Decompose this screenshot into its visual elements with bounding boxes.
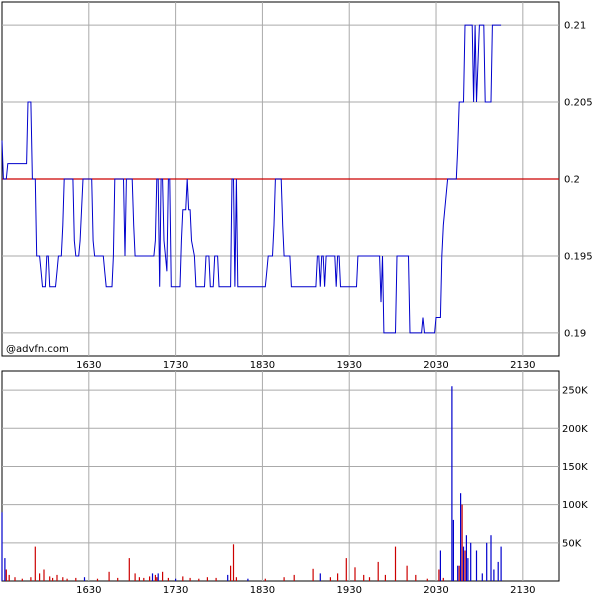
chart-container: 0.19 0.195 0.2 0.205 0.21 1630 1730 1830 1930 20…	[0, 0, 600, 600]
volume-y-tick-label: 250K	[562, 386, 588, 397]
volume-y-tick-label: 200K	[562, 424, 588, 435]
volume-x-tick-label: 2130	[510, 585, 535, 596]
volume-x-ticks: 1630 1730 1830 1930 2030 2130	[76, 585, 535, 596]
volume-y-tick-label: 50K	[562, 538, 582, 549]
volume-y-ticks: 50K 100K 150K 200K 250K	[562, 386, 588, 550]
volume-y-tick-label: 100K	[562, 500, 588, 511]
price-y-tick-label: 0.195	[564, 251, 593, 262]
price-x-tick-label: 1830	[250, 360, 275, 371]
chart-svg: 0.19 0.195 0.2 0.205 0.21 1630 1730 1830 1930 20…	[1, 1, 593, 596]
price-x-tick-label: 1630	[76, 360, 101, 371]
volume-panel-frame	[1, 370, 560, 582]
price-y-tick-label: 0.2	[564, 175, 580, 186]
volume-y-tick-label: 150K	[562, 462, 588, 473]
price-y-tick-label: 0.21	[564, 21, 586, 32]
watermark: @advfn.com	[6, 344, 69, 355]
price-y-tick-label: 0.205	[564, 98, 593, 109]
volume-x-tick-label: 1630	[76, 585, 101, 596]
volume-x-tick-label: 2030	[423, 585, 448, 596]
price-y-ticks: 0.19 0.195 0.2 0.205 0.21	[564, 21, 593, 340]
price-x-tick-label: 2130	[510, 360, 535, 371]
volume-x-tick-label: 1830	[250, 585, 275, 596]
price-x-tick-label: 1730	[163, 360, 188, 371]
price-x-tick-label: 1930	[336, 360, 361, 371]
price-x-tick-label: 2030	[423, 360, 448, 371]
volume-x-tick-label: 1930	[336, 585, 361, 596]
price-y-tick-label: 0.19	[564, 328, 586, 339]
price-x-ticks: 1630 1730 1830 1930 2030 2130	[76, 360, 535, 371]
volume-x-tick-label: 1730	[163, 585, 188, 596]
